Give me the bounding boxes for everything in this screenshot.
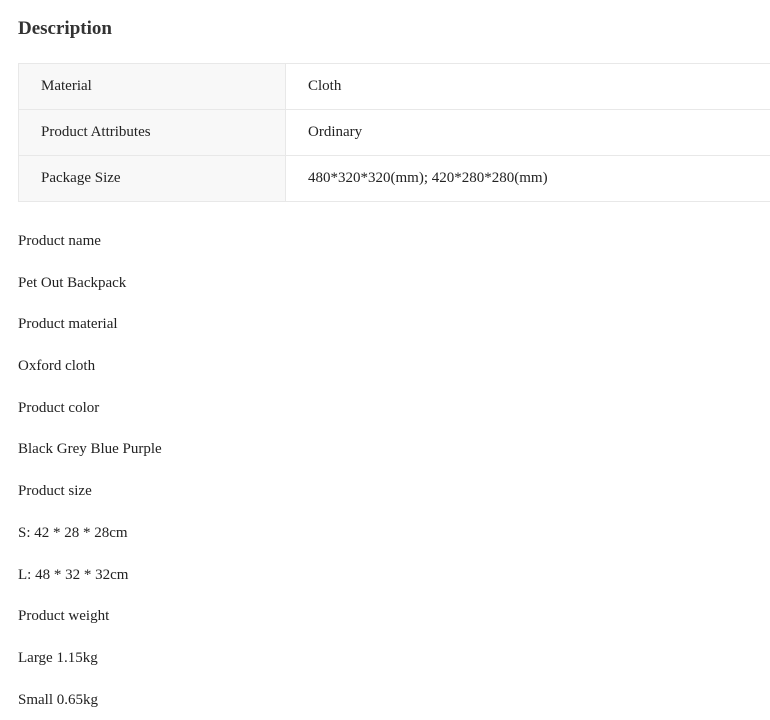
detail-label-product-size: Product size	[18, 483, 92, 500]
detail-value-product-color: Black Grey Blue Purple	[18, 441, 162, 458]
attribute-key: Product Attributes	[18, 109, 286, 156]
detail-value-product-material: Oxford cloth	[18, 358, 96, 375]
attributes-table: Material Cloth Product Attributes Ordina…	[18, 63, 770, 202]
attribute-value: Cloth	[285, 63, 770, 110]
detail-label-product-color: Product color	[18, 399, 100, 416]
attribute-key: Material	[18, 63, 286, 110]
attribute-row-package-size: Package Size 480*320*320(mm); 420*280*28…	[18, 155, 770, 202]
detail-label-product-name: Product name	[18, 233, 101, 249]
detail-label-product-material: Product material	[18, 316, 118, 333]
detail-label-product-weight: Product weight	[18, 608, 110, 625]
detail-value-weight-small: Small 0.65kg	[18, 691, 99, 708]
attribute-value: Ordinary	[285, 109, 770, 156]
detail-value-weight-large: Large 1.15kg	[18, 649, 98, 666]
detail-value-size-large: L: 48 * 32 * 32cm	[18, 566, 129, 583]
attribute-key: Package Size	[18, 155, 286, 202]
attribute-row-material: Material Cloth	[18, 63, 770, 110]
attribute-row-product-attributes: Product Attributes Ordinary	[18, 109, 770, 156]
product-details-list: Product name Pet Out Backpack Product ma…	[18, 229, 162, 720]
detail-value-size-small: S: 42 * 28 * 28cm	[18, 524, 128, 541]
description-heading: Description	[18, 18, 112, 39]
attribute-value: 480*320*320(mm); 420*280*280(mm)	[285, 155, 770, 202]
detail-value-product-name: Pet Out Backpack	[18, 274, 127, 291]
